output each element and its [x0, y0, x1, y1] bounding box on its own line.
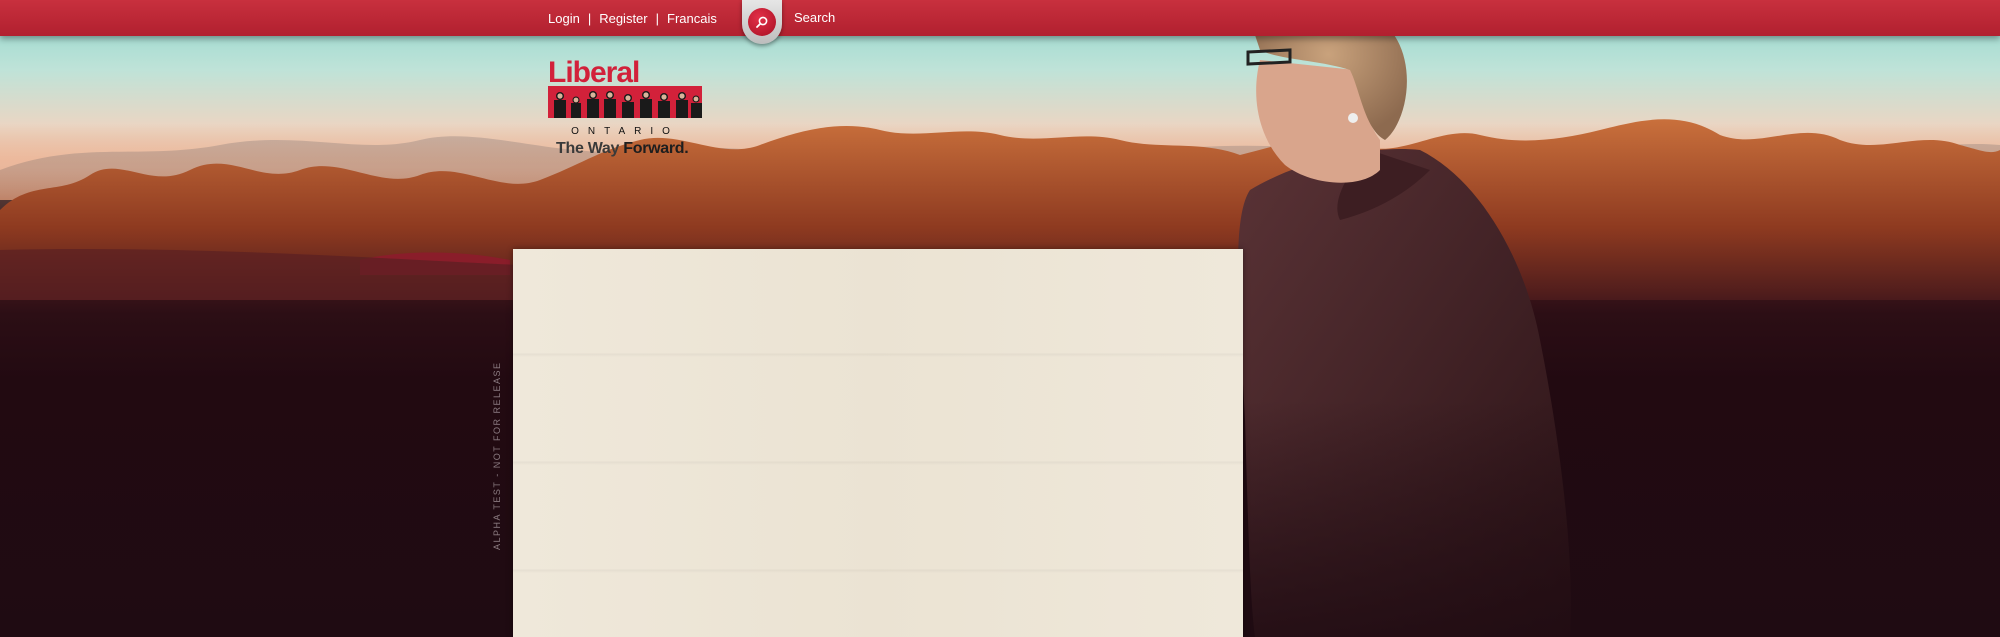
leader-portrait	[1190, 0, 1610, 637]
logo-tagline: The Way Forward.	[556, 140, 706, 158]
search-button[interactable]	[748, 8, 776, 36]
content-panel	[513, 249, 1243, 637]
language-link[interactable]: Francais	[667, 11, 717, 26]
liberal-ontario-logo[interactable]: Liberal ONTARIO The Way Forward.	[548, 56, 706, 160]
magnifier-icon	[756, 16, 768, 28]
top-bar	[0, 0, 2000, 36]
logo-wordmark: Liberal	[548, 56, 640, 89]
tagline-prefix: The Way	[556, 140, 624, 157]
logo-province: ONTARIO	[571, 126, 679, 137]
top-nav: Login | Register | Francais	[548, 0, 717, 36]
tagline-emphasis: Forward.	[623, 140, 689, 157]
login-link[interactable]: Login	[548, 11, 580, 26]
search-label[interactable]: Search	[794, 0, 835, 36]
register-link[interactable]: Register	[599, 11, 647, 26]
nav-separator: |	[655, 10, 660, 26]
logo-group-photo	[548, 86, 702, 118]
search-knob	[742, 0, 782, 44]
nav-separator: |	[587, 10, 592, 26]
alpha-watermark: ALPHA TEST - NOT FOR RELEASE	[492, 361, 502, 550]
